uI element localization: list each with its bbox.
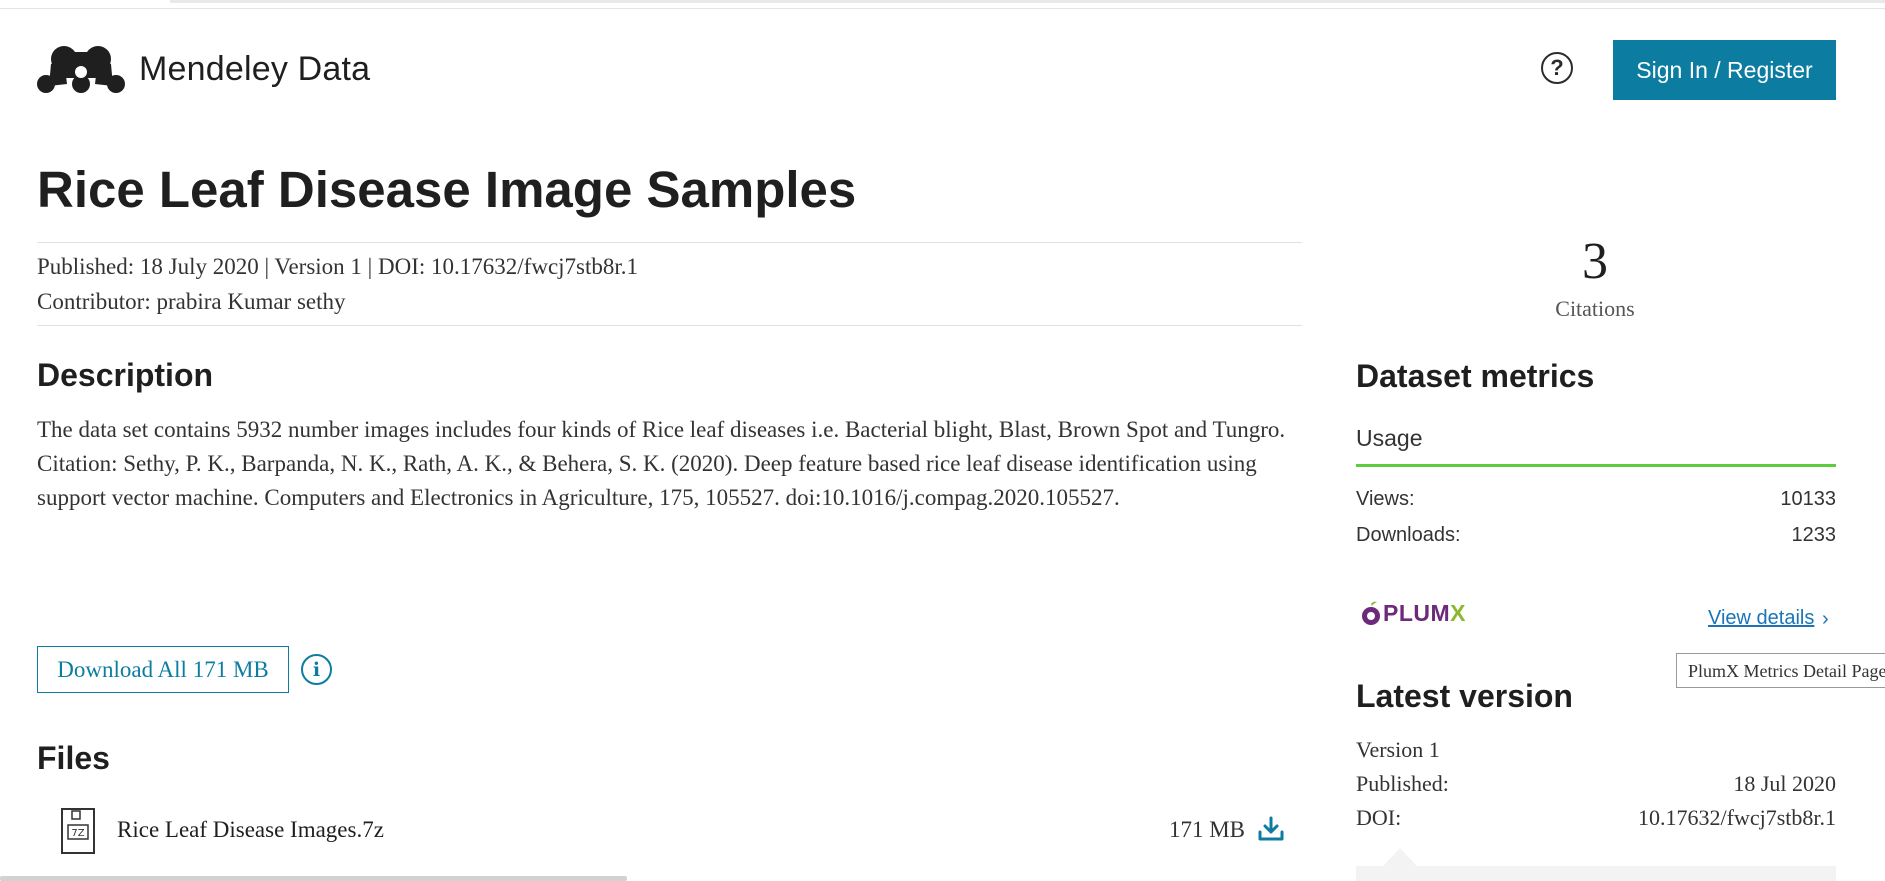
dataset-metrics-heading: Dataset metrics [1356,358,1595,394]
download-icon[interactable] [1257,815,1285,843]
plumx-logo: PLUMX [1359,600,1466,627]
view-details-link[interactable]: View details [1708,607,1814,630]
published-value: 18 Jul 2020 [1733,771,1836,796]
brand-name: Mendeley Data [139,49,371,88]
file-name[interactable]: Rice Leaf Disease Images.7z [117,817,384,843]
divider [37,242,1302,243]
description-heading: Description [37,357,214,393]
horizontal-scrollbar[interactable] [0,876,627,881]
files-heading: Files [37,740,110,776]
citation-count: 3 [1582,233,1608,290]
panel-notch [1383,848,1417,866]
mendeley-logo-icon [37,46,125,93]
usage-tab-indicator [1356,464,1836,467]
citation-paragraph: Citation: Sethy, P. K., Barpanda, N. K.,… [37,451,1257,510]
version-label: Version 1 [1356,737,1440,762]
tab-usage[interactable]: Usage [1356,425,1422,452]
downloads-label: Downloads: [1356,524,1461,546]
page-title: Rice Leaf Disease Image Samples [37,161,857,218]
divider [37,325,1302,326]
browser-top-strip [0,0,1885,9]
download-all-button[interactable]: Download All 171 MB [37,646,289,693]
description-paragraph: The data set contains 5932 number images… [37,417,1286,442]
plumx-plum-icon [1362,601,1380,625]
help-icon[interactable]: ? [1541,52,1573,84]
published-info: Published: 18 July 2020 | Version 1 | DO… [37,254,639,279]
doi-value[interactable]: 10.17632/fwcj7stb8r.1 [1638,805,1836,831]
plumx-wordmark: PLUMX [1383,600,1467,626]
file-type-label: 7Z [71,828,84,839]
file-row[interactable]: 7Z Rice Leaf Disease Images.7z 171 MB [60,805,1285,857]
chevron-right-icon[interactable]: › [1822,608,1829,631]
published-label: Published: [1356,771,1449,796]
views-label: Views: [1356,488,1415,510]
top-scrollbar [170,0,1885,3]
info-icon[interactable]: i [301,654,332,685]
tooltip: PlumX Metrics Detail Page [1676,653,1885,688]
downloads-row: Downloads: 1233 [1356,524,1836,547]
description-text: The data set contains 5932 number images… [37,413,1307,515]
mendeley-logo[interactable]: Mendeley Data [37,44,370,94]
published-row: Published: 18 Jul 2020 [1356,771,1836,797]
citations-label: Citations [1555,296,1635,321]
file-size: 171 MB [1168,817,1245,842]
version-panel [1356,866,1836,881]
contributor-info: Contributor: prabira Kumar sethy [37,289,346,314]
archive-file-icon: 7Z [60,807,96,855]
views-row: Views: 10133 [1356,488,1836,511]
doi-row: DOI: 10.17632/fwcj7stb8r.1 [1356,805,1836,831]
latest-version-heading: Latest version [1356,678,1573,714]
version-row: Version 1 [1356,737,1836,763]
views-value: 10133 [1780,488,1836,510]
sign-in-register-button[interactable]: Sign In / Register [1613,40,1836,100]
doi-label: DOI: [1356,805,1402,830]
downloads-value: 1233 [1791,524,1837,546]
